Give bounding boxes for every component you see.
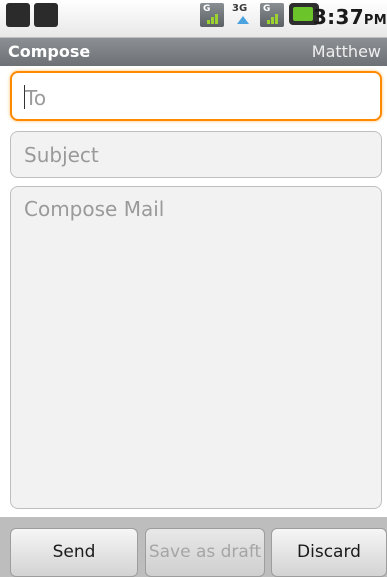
title-bar: Compose Matthew	[0, 38, 387, 66]
subject-placeholder: Subject	[24, 143, 99, 167]
status-bar: G 3G G 3:37PM	[0, 0, 387, 38]
body-field[interactable]: Compose Mail	[10, 186, 382, 509]
clock-ampm: PM	[363, 13, 387, 28]
to-field[interactable]: To	[10, 71, 382, 121]
signal-g-icon: G	[200, 3, 224, 27]
page-title: Compose	[8, 42, 91, 61]
signal-g-icon-2: G	[260, 3, 284, 27]
discard-button[interactable]: Discard	[271, 528, 387, 577]
subject-field[interactable]: Subject	[10, 131, 382, 178]
android-debug-icon	[34, 3, 58, 27]
save-as-draft-button[interactable]: Save as draft	[145, 528, 265, 577]
clock-time: 3:37	[312, 5, 364, 29]
network-3g-label: 3G	[232, 3, 248, 14]
button-bar: Send Save as draft Discard	[0, 517, 387, 577]
body-placeholder: Compose Mail	[24, 197, 165, 221]
account-name: Matthew	[311, 42, 381, 61]
clock: 3:37PM	[313, 5, 387, 29]
send-button[interactable]: Send	[10, 528, 138, 577]
network-3g-icon: 3G	[231, 3, 255, 29]
usb-icon	[6, 3, 30, 27]
to-placeholder: To	[25, 86, 47, 110]
